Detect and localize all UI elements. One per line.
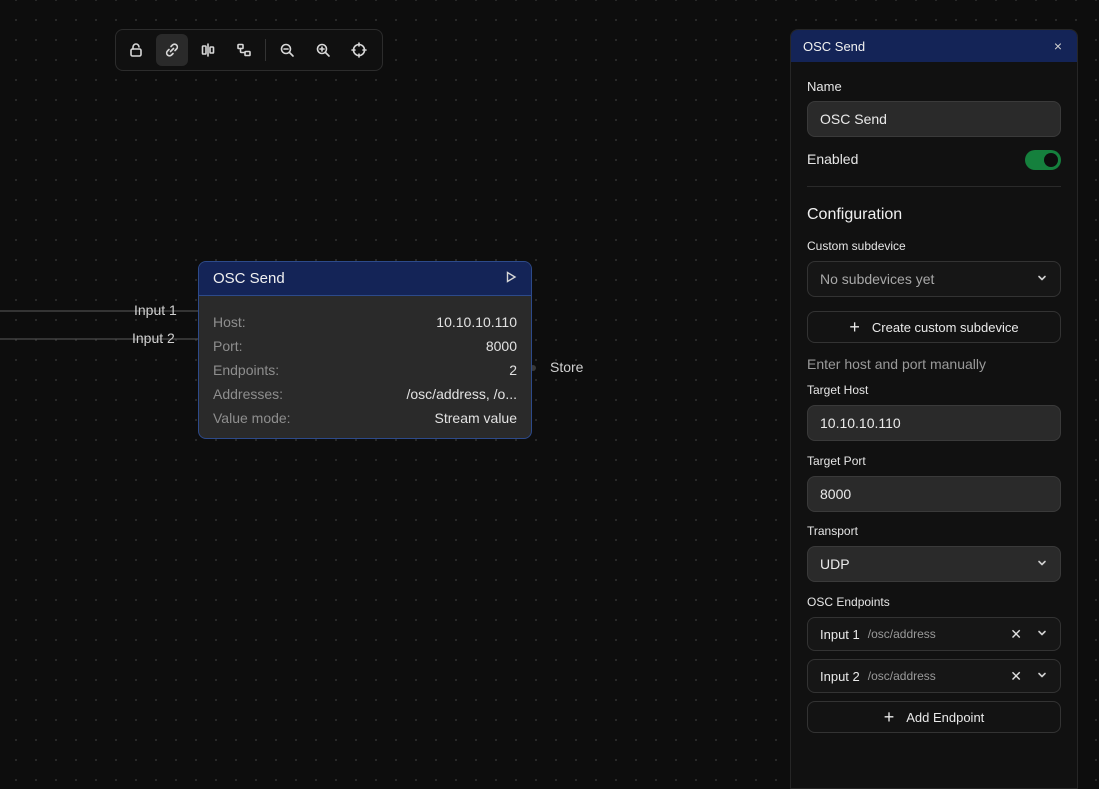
name-label: Name bbox=[807, 79, 842, 94]
link-button[interactable] bbox=[156, 34, 188, 66]
align-icon bbox=[201, 43, 215, 57]
endpoint-name: Input 1 bbox=[820, 626, 860, 642]
align-button[interactable] bbox=[192, 34, 224, 66]
transport-select[interactable]: UDP bbox=[807, 546, 1061, 582]
input-port-label-1: Input 1 bbox=[134, 302, 177, 318]
panel-divider bbox=[807, 186, 1061, 187]
custom-subdevice-select[interactable]: No subdevices yet bbox=[807, 261, 1061, 297]
play-icon bbox=[506, 270, 517, 283]
properties-panel: OSC Send × Name Enabled Configuration Cu… bbox=[790, 29, 1078, 789]
endpoint-address: /osc/address bbox=[867, 669, 936, 683]
link-icon bbox=[165, 43, 179, 57]
node-title: OSC Send bbox=[213, 270, 285, 287]
custom-subdevice-label: Custom subdevice bbox=[807, 239, 906, 253]
panel-header: OSC Send × bbox=[791, 30, 1077, 62]
transport-label: Transport bbox=[807, 524, 858, 538]
create-subdevice-label: Create custom subdevice bbox=[871, 319, 1019, 335]
fit-view-button[interactable] bbox=[343, 34, 375, 66]
chevron-down-icon bbox=[1036, 556, 1048, 572]
layout-button[interactable] bbox=[228, 34, 260, 66]
add-endpoint-button[interactable]: + Add Endpoint bbox=[807, 701, 1061, 733]
node-row-host: Host: 10.10.10.110 bbox=[213, 310, 517, 334]
node-row-value: 8000 bbox=[485, 338, 517, 354]
configuration-title: Configuration bbox=[807, 206, 903, 223]
node-row-key: Host: bbox=[213, 314, 246, 330]
target-host-label: Target Host bbox=[807, 383, 869, 397]
toolbar-separator bbox=[265, 39, 266, 61]
node-row-key: Value mode: bbox=[213, 410, 291, 426]
node-row-port: Port: 8000 bbox=[213, 334, 517, 358]
transport-value: UDP bbox=[820, 556, 850, 572]
node-row-value: 10.10.10.110 bbox=[436, 314, 517, 330]
node-row-value: 2 bbox=[509, 362, 517, 378]
enabled-label: Enabled bbox=[807, 151, 859, 167]
endpoint-item[interactable]: Input 2 /osc/address ✕ bbox=[807, 659, 1061, 693]
add-endpoint-label: Add Endpoint bbox=[906, 709, 985, 725]
create-subdevice-button[interactable]: + Create custom subdevice bbox=[807, 311, 1061, 343]
toggle-knob bbox=[1044, 153, 1058, 167]
play-button[interactable] bbox=[505, 270, 517, 288]
target-port-label: Target Port bbox=[807, 454, 866, 468]
endpoint-name: Input 2 bbox=[820, 668, 860, 684]
chevron-down-icon bbox=[1036, 271, 1048, 287]
node-row-endpoints: Endpoints: 2 bbox=[213, 358, 517, 382]
node-row-key: Port: bbox=[213, 338, 243, 354]
node-row-addresses: Addresses: /osc/address, /o... bbox=[213, 382, 517, 406]
node-row-key: Endpoints: bbox=[213, 362, 280, 378]
enabled-toggle[interactable] bbox=[1025, 150, 1061, 170]
remove-endpoint-icon[interactable]: ✕ bbox=[1010, 626, 1022, 643]
osc-send-node[interactable]: OSC Send Host: 10.10.10.110 Port: 8000 E… bbox=[198, 261, 532, 439]
output-port-label: Store bbox=[550, 359, 584, 375]
lock-button[interactable] bbox=[120, 34, 152, 66]
lock-icon bbox=[130, 43, 142, 57]
custom-subdevice-value: No subdevices yet bbox=[820, 271, 935, 287]
endpoint-address: /osc/address bbox=[867, 627, 936, 641]
panel-title: OSC Send bbox=[803, 38, 866, 54]
crosshair-icon bbox=[351, 42, 367, 58]
target-port-input[interactable] bbox=[807, 476, 1061, 512]
node-row-value-mode: Value mode: Stream value bbox=[213, 406, 517, 430]
node-row-value: /osc/address, /o... bbox=[406, 386, 518, 402]
plus-icon: + bbox=[883, 707, 895, 727]
remove-endpoint-icon[interactable]: ✕ bbox=[1010, 668, 1022, 685]
zoom-out-button[interactable] bbox=[271, 34, 303, 66]
node-body: Host: 10.10.10.110 Port: 8000 Endpoints:… bbox=[199, 296, 531, 430]
node-header[interactable]: OSC Send bbox=[199, 262, 531, 296]
node-row-key: Addresses: bbox=[213, 386, 284, 402]
node-row-value: Stream value bbox=[434, 410, 517, 426]
endpoint-item[interactable]: Input 1 /osc/address ✕ bbox=[807, 617, 1061, 651]
zoom-in-icon bbox=[316, 43, 330, 57]
zoom-out-icon bbox=[280, 43, 294, 57]
layout-icon bbox=[237, 43, 251, 57]
plus-icon: + bbox=[849, 317, 860, 337]
zoom-in-button[interactable] bbox=[307, 34, 339, 66]
name-input[interactable] bbox=[807, 101, 1061, 137]
input-port-label-2: Input 2 bbox=[132, 330, 175, 346]
canvas-toolbar bbox=[115, 29, 383, 71]
target-host-input[interactable] bbox=[807, 405, 1061, 441]
chevron-down-icon[interactable] bbox=[1036, 627, 1048, 642]
osc-endpoints-label: OSC Endpoints bbox=[807, 595, 890, 609]
chevron-down-icon[interactable] bbox=[1036, 669, 1048, 684]
close-icon[interactable]: × bbox=[1051, 38, 1065, 54]
manual-entry-hint: Enter host and port manually bbox=[807, 356, 986, 372]
